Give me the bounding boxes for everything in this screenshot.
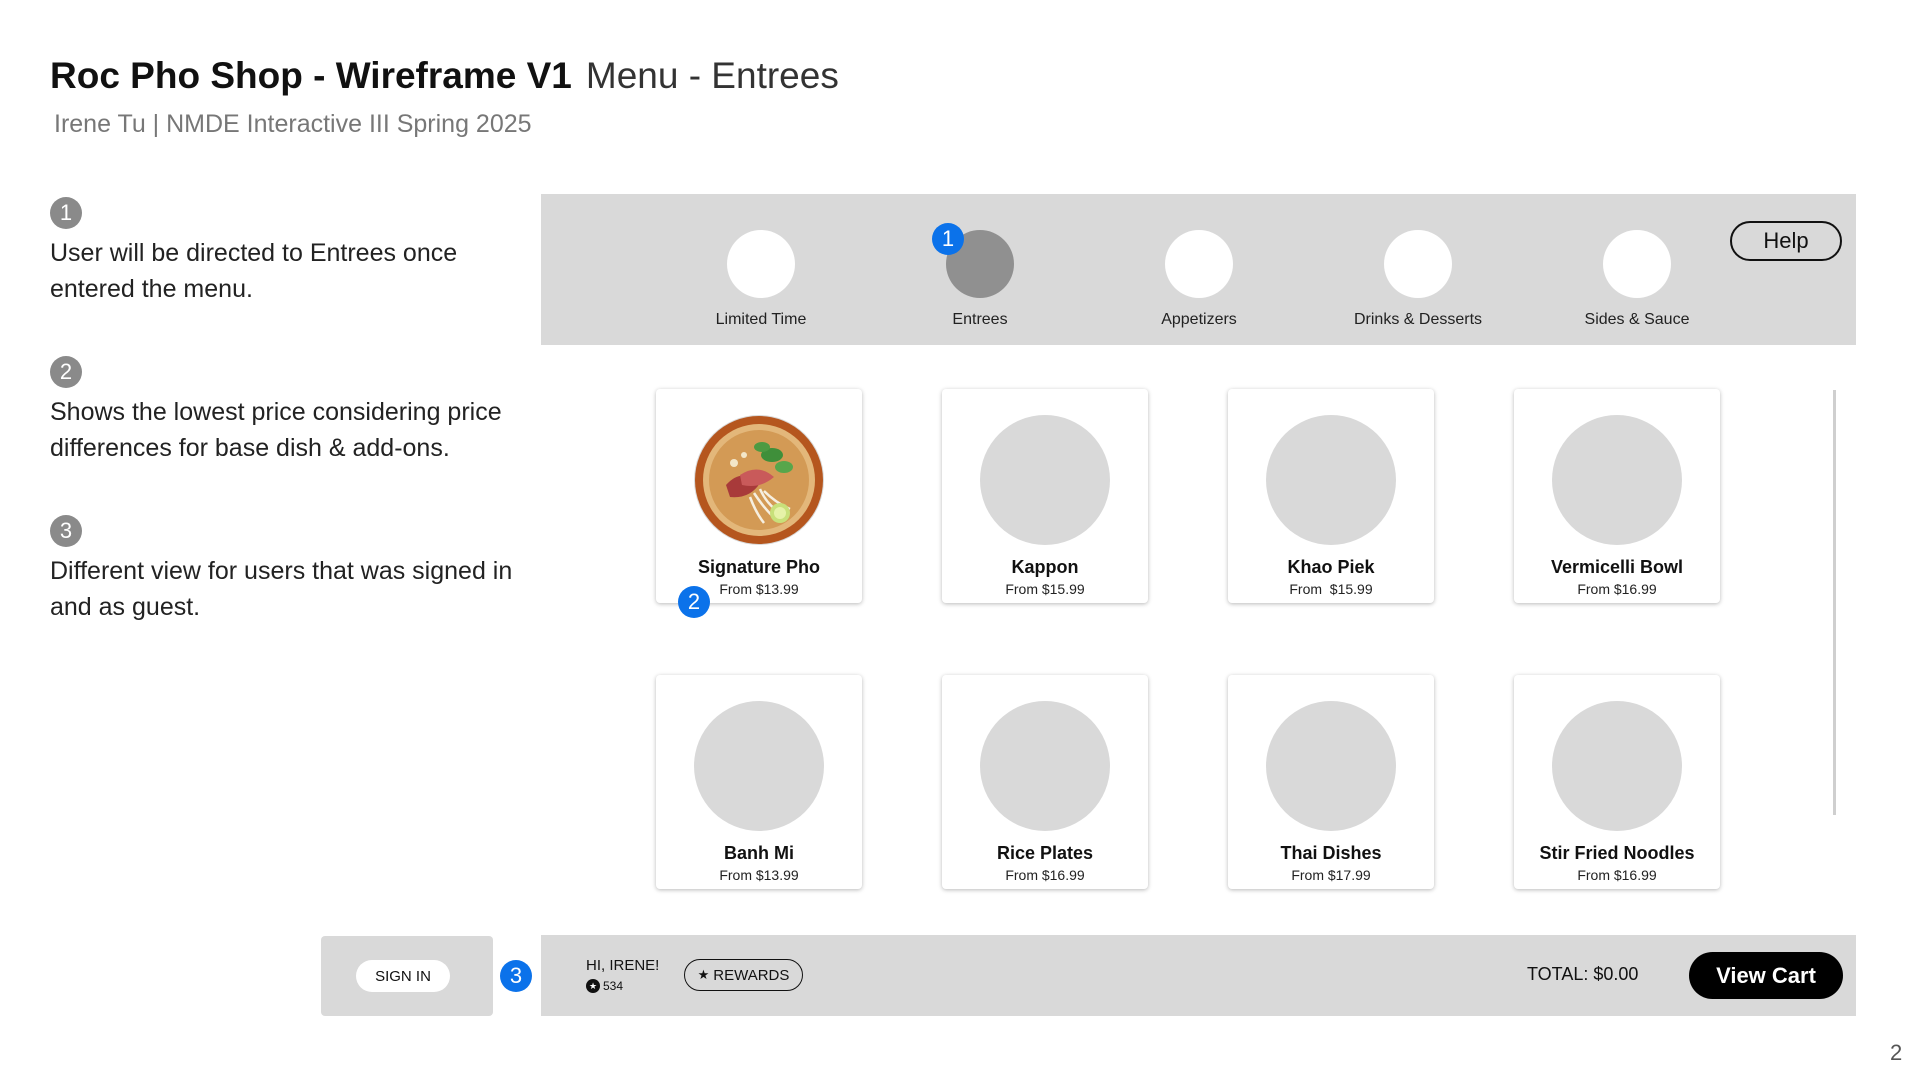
menu-item-name: Thai Dishes [1280,843,1382,863]
annotation-marker-3: 3 [500,960,532,992]
dish-image-placeholder [980,415,1110,545]
view-cart-button[interactable]: View Cart [1689,952,1843,999]
dish-image-placeholder [1552,701,1682,831]
byline: Irene Tu | NMDE Interactive III Spring 2… [54,110,532,138]
category-icon [1603,230,1671,298]
menu-item-price: From $16.99 [1577,867,1657,883]
note-text: Shows the lowest price considering price… [50,398,502,462]
menu-item-stir-fried-noodles[interactable]: Stir Fried Noodles From $16.99 [1514,675,1720,889]
menu-item-khao-piek[interactable]: Khao Piek From $15.99 [1228,389,1434,603]
menu-item-price: From $15.99 [1289,581,1373,597]
note-number-badge: 3 [50,515,82,547]
category-icon [727,230,795,298]
bottom-bar: HI, IRENE! ★ 534 ★ REWARDS TOTAL: $0.00 Vi… [541,935,1856,1016]
menu-item-price: From $16.99 [1577,581,1657,597]
page-title: Roc Pho Shop - Wireframe V1 Menu - Entree… [50,55,839,97]
menu-item-kappon[interactable]: Kappon From $15.99 [942,389,1148,603]
annotation-note-2: 2 Shows the lowest price considering pri… [50,356,540,466]
menu-item-price: From $15.99 [1005,581,1085,597]
pho-bowl-image [694,415,824,545]
note-text: Different view for users that was signed… [50,557,513,621]
rewards-button[interactable]: ★ REWARDS [684,959,803,991]
category-label: Limited Time [715,311,807,328]
menu-item-name: Banh Mi [724,843,794,863]
menu-item-name: Khao Piek [1287,557,1375,577]
category-label: Appetizers [1161,311,1237,328]
star-icon: ★ [697,967,710,982]
menu-item-price: From $17.99 [1291,867,1371,883]
category-entrees[interactable]: Entrees [880,230,1080,329]
category-appetizers[interactable]: Appetizers [1099,230,1299,329]
help-button[interactable]: Help [1730,221,1842,261]
dish-image-placeholder [1266,701,1396,831]
note-text: User will be directed to Entrees once en… [50,239,458,303]
reward-points: ★ 534 [586,979,623,993]
menu-item-signature-pho[interactable]: Signature Pho From $13.99 [656,389,862,603]
menu-item-rice-plates[interactable]: Rice Plates From $16.99 [942,675,1148,889]
category-label: Drinks & Desserts [1353,311,1483,328]
menu-item-name: Signature Pho [697,557,820,577]
rewards-label: REWARDS [713,966,790,984]
note-number-badge: 2 [50,356,82,388]
menu-item-name: Vermicelli Bowl [1550,557,1684,577]
menu-scrollbar[interactable] [1833,390,1836,815]
project-title: Roc Pho Shop - Wireframe V1 [50,55,572,96]
category-sides-sauce[interactable]: Sides & Sauce [1537,230,1737,329]
menu-item-thai-dishes[interactable]: Thai Dishes From $17.99 [1228,675,1434,889]
annotation-marker-1: 1 [932,223,964,255]
slide-number: 2 [1890,1040,1903,1065]
menu-item-price: From $16.99 [1005,867,1085,883]
pho-bowl-icon [695,416,823,544]
category-drinks-desserts[interactable]: Drinks & Desserts [1318,230,1518,329]
dish-image-placeholder [1552,415,1682,545]
annotation-marker-2: 2 [678,586,710,618]
dish-image-placeholder [980,701,1110,831]
menu-item-name: Kappon [1011,557,1079,577]
menu-item-name: Stir Fried Noodles [1539,843,1695,863]
points-value: 534 [603,979,624,993]
menu-item-price: From $13.99 [719,867,799,883]
category-icon [1384,230,1452,298]
user-greeting: HI, IRENE! [586,957,660,974]
annotation-note-3: 3 Different view for users that was sign… [50,515,540,625]
menu-item-name: Rice Plates [996,843,1094,863]
star-points-icon: ★ [586,979,600,993]
cart-total: TOTAL: $0.00 [1527,964,1639,984]
menu-item-vermicelli-bowl[interactable]: Vermicelli Bowl From $16.99 [1514,389,1720,603]
dish-image-placeholder [1266,415,1396,545]
annotation-note-1: 1 User will be directed to Entrees once … [50,197,540,307]
category-nav: Limited Time Entrees Appetizers Drinks &… [541,194,1856,345]
menu-item-banh-mi[interactable]: Banh Mi From $13.99 [656,675,862,889]
category-label: Sides & Sauce [1584,311,1690,328]
sign-in-button[interactable]: SIGN IN [356,960,450,992]
category-label: Entrees [952,311,1008,328]
category-icon [1165,230,1233,298]
dish-image-placeholder [694,701,824,831]
guest-view-panel: SIGN IN [321,936,493,1016]
screen-title: Menu - Entrees [585,55,839,96]
category-limited-time[interactable]: Limited Time [661,230,861,329]
note-number-badge: 1 [50,197,82,229]
